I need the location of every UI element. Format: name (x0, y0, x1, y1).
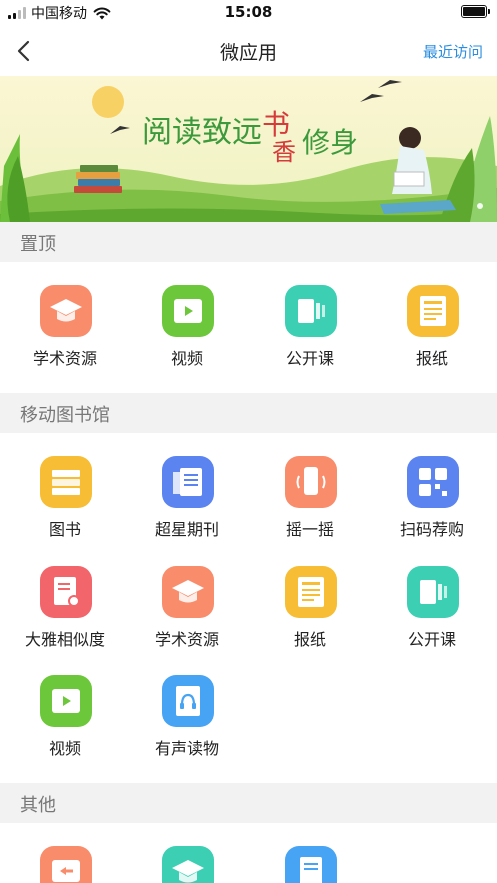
tile-label: 报纸 (415, 349, 448, 368)
app-tile-open-course[interactable]: 公开课 (370, 566, 494, 656)
app-tile-open-course[interactable]: 公开课 (248, 285, 372, 375)
tile-label: 报纸 (293, 630, 326, 649)
graduation-cap-icon (162, 566, 214, 618)
section-title: 移动图书馆 (20, 405, 110, 426)
app-tile-audiobooks[interactable]: 有声读物 (125, 675, 249, 765)
app-tile-journals[interactable]: 超星期刊 (125, 456, 249, 546)
tile-label: 视频 (48, 739, 81, 758)
tile-label: 视频 (170, 349, 203, 368)
books-stack-icon (74, 165, 122, 193)
document-icon (285, 846, 337, 883)
journal-icon (162, 456, 214, 508)
audiobook-icon (162, 675, 214, 727)
tile-label: 学术资源 (154, 630, 219, 649)
tile-label: 摇一摇 (285, 520, 334, 539)
section-header-mobile-library: 移动图书馆 (0, 393, 497, 433)
graduation-cap-icon (40, 285, 92, 337)
tile-label: 超星期刊 (154, 520, 219, 539)
app-tile-academic-resources[interactable]: 学术资源 (3, 285, 127, 375)
section-title: 置顶 (20, 234, 56, 255)
app-tile-shake[interactable]: 摇一摇 (248, 456, 372, 546)
video-icon (162, 285, 214, 337)
document-search-icon (40, 566, 92, 618)
nav-bar: 微应用 最近访问 (0, 26, 497, 76)
back-card-icon (40, 846, 92, 883)
app-tile-academic-resources[interactable]: 学术资源 (125, 566, 249, 656)
qr-code-icon (407, 456, 459, 508)
open-course-icon (285, 285, 337, 337)
tile-label: 有声读物 (154, 739, 219, 758)
app-tile-other-2[interactable] (125, 846, 249, 883)
video-icon (40, 675, 92, 727)
app-tile-video[interactable]: 视频 (3, 675, 127, 765)
app-tile-newspaper[interactable]: 报纸 (370, 285, 494, 375)
tile-label: 公开课 (285, 349, 334, 368)
newspaper-icon (407, 285, 459, 337)
app-tile-other-1[interactable] (3, 846, 127, 883)
promo-banner[interactable]: 阅读致远 书 香 修身 (0, 76, 497, 222)
banner-title-char2: 香 (272, 138, 296, 166)
app-tile-books[interactable]: 图书 (3, 456, 127, 546)
recent-visits-link[interactable]: 最近访问 (423, 41, 483, 62)
carousel-dot (477, 203, 483, 209)
app-tile-newspaper[interactable]: 报纸 (248, 566, 372, 656)
graduation-cap-icon (162, 846, 214, 883)
tile-label: 扫码荐购 (399, 520, 464, 539)
open-course-icon (407, 566, 459, 618)
status-time: 15:08 (224, 3, 273, 21)
app-tile-similarity-check[interactable]: 大雅相似度 (3, 566, 127, 656)
app-tile-video[interactable]: 视频 (125, 285, 249, 375)
banner-title-char1: 书 (262, 108, 290, 141)
shake-phone-icon (285, 456, 337, 508)
section-header-pinned: 置顶 (0, 222, 497, 262)
banner-title-part2: 修身 (302, 126, 358, 159)
banner-illustration: 阅读致远 书 香 修身 (0, 76, 497, 222)
newspaper-icon (285, 566, 337, 618)
banner-title-part1: 阅读致远 (142, 115, 262, 150)
section-header-other: 其他 (0, 783, 497, 823)
app-tile-other-3[interactable] (248, 846, 372, 883)
tile-label: 大雅相似度 (24, 630, 105, 649)
section-title: 其他 (20, 795, 56, 816)
app-tile-scan-recommend[interactable]: 扫码荐购 (370, 456, 494, 546)
books-icon (40, 456, 92, 508)
sun-icon (92, 86, 124, 118)
tile-label: 学术资源 (32, 349, 97, 368)
tile-label: 图书 (48, 520, 81, 539)
tile-label: 公开课 (407, 630, 456, 649)
battery-icon (461, 5, 490, 18)
status-bar: 中国移动 15:08 (0, 0, 497, 26)
